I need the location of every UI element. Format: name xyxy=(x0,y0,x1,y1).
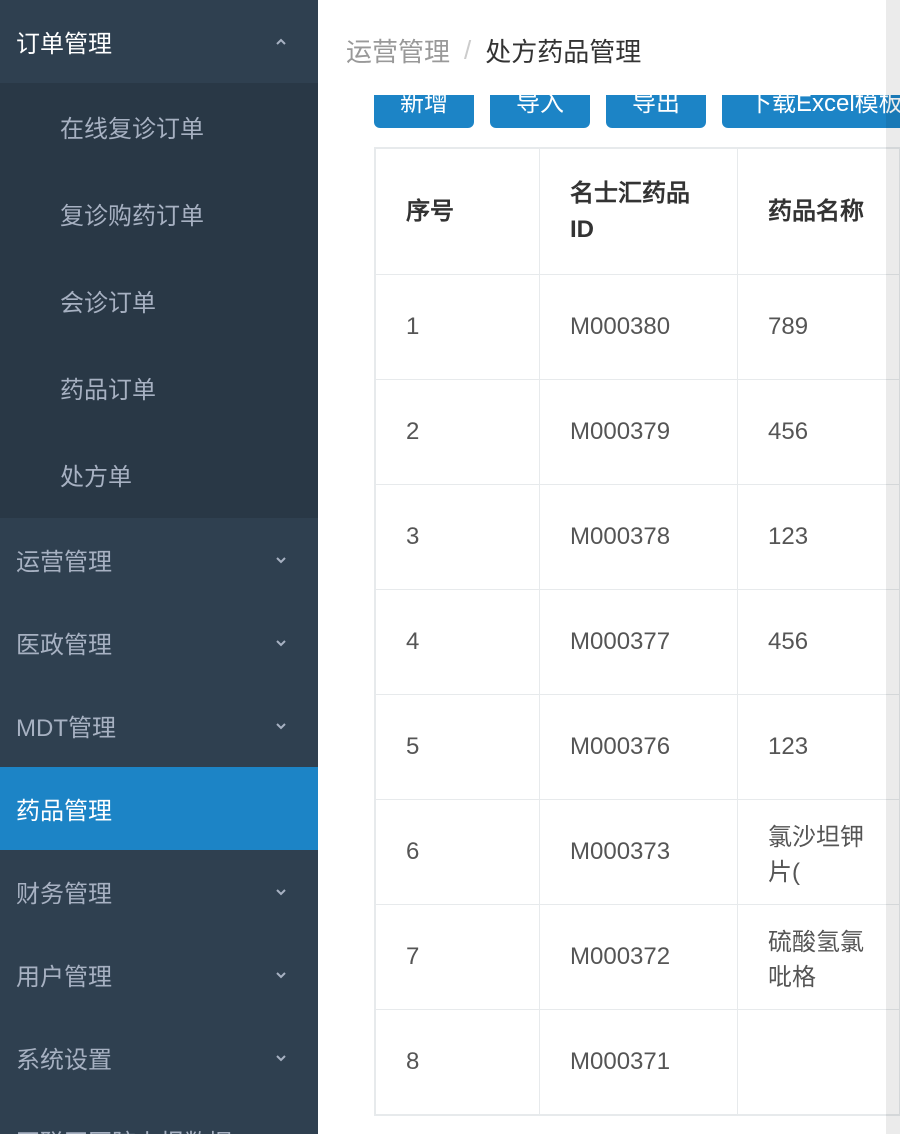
cell-id: M000379 xyxy=(540,380,738,485)
menu-group-finance[interactable]: 财务管理 xyxy=(0,850,318,933)
menu-group-report[interactable]: 互联网医院上报数据 xyxy=(0,1099,318,1134)
menu-group-label: MDT管理 xyxy=(16,708,116,743)
cell-id: M000378 xyxy=(540,485,738,590)
menu-group-label: 医政管理 xyxy=(16,625,112,660)
sidebar-item-online-fz[interactable]: 在线复诊订单 xyxy=(0,83,318,170)
cell-id: M000371 xyxy=(540,1010,738,1115)
menu-group-orders[interactable]: 订单管理 xyxy=(0,0,318,83)
cell-id: M000380 xyxy=(540,275,738,380)
cell-id: M000373 xyxy=(540,800,738,905)
table-container: 序号 名士汇药品ID 药品名称 1M0003807892M0003794563M… xyxy=(374,147,900,1116)
cell-name: 氯沙坦钾片( xyxy=(738,800,900,905)
sidebar: 订单管理 在线复诊订单 复诊购药订单 会诊订单 药品订单 处方单 运营管理 医政… xyxy=(0,0,318,1134)
sidebar-item-prescription[interactable]: 处方单 xyxy=(0,431,318,518)
breadcrumb: 运营管理 / 处方药品管理 xyxy=(318,0,900,97)
sidebar-item-fz-buy[interactable]: 复诊购药订单 xyxy=(0,170,318,257)
cell-id: M000372 xyxy=(540,905,738,1010)
table-row[interactable]: 3M000378123 xyxy=(376,485,900,590)
cell-name: 789 xyxy=(738,275,900,380)
menu-group-label: 系统设置 xyxy=(16,1040,112,1075)
import-button[interactable]: 导入 xyxy=(490,95,590,128)
cell-id: M000376 xyxy=(540,695,738,800)
th-name: 药品名称 xyxy=(738,149,900,275)
add-button[interactable]: 新增 xyxy=(374,95,474,128)
chevron-down-icon xyxy=(272,966,290,984)
cell-name: 123 xyxy=(738,695,900,800)
submenu-orders: 在线复诊订单 复诊购药订单 会诊订单 药品订单 处方单 xyxy=(0,83,318,518)
cell-name: 456 xyxy=(738,380,900,485)
menu-group-medadmin[interactable]: 医政管理 xyxy=(0,601,318,684)
table-row[interactable]: 2M000379456 xyxy=(376,380,900,485)
menu-group-label: 互联网医院上报数据 xyxy=(16,1123,232,1134)
sidebar-item-huizhen[interactable]: 会诊订单 xyxy=(0,257,318,344)
menu-group-settings[interactable]: 系统设置 xyxy=(0,1016,318,1099)
cell-idx: 3 xyxy=(376,485,540,590)
cell-idx: 2 xyxy=(376,380,540,485)
chevron-down-icon xyxy=(272,551,290,569)
breadcrumb-parent[interactable]: 运营管理 xyxy=(346,32,450,69)
export-button[interactable]: 导出 xyxy=(606,95,706,128)
main-content: 运营管理 / 处方药品管理 新增 导入 导出 下载Excel模板 序号 名士汇药… xyxy=(318,0,900,1134)
drug-table: 序号 名士汇药品ID 药品名称 1M0003807892M0003794563M… xyxy=(375,148,900,1115)
chevron-down-icon xyxy=(272,1049,290,1067)
table-row[interactable]: 4M000377456 xyxy=(376,590,900,695)
chevron-down-icon xyxy=(272,634,290,652)
menu-group-label: 订单管理 xyxy=(16,24,112,59)
chevron-down-icon xyxy=(272,717,290,735)
cell-idx: 7 xyxy=(376,905,540,1010)
table-row[interactable]: 7M000372硫酸氢氯吡格 xyxy=(376,905,900,1010)
toolbar: 新增 导入 导出 下载Excel模板 xyxy=(318,95,900,129)
cell-id: M000377 xyxy=(540,590,738,695)
sidebar-item-drug-order[interactable]: 药品订单 xyxy=(0,344,318,431)
menu-group-mdt[interactable]: MDT管理 xyxy=(0,684,318,767)
th-id: 名士汇药品ID xyxy=(540,149,738,275)
table-row[interactable]: 6M000373氯沙坦钾片( xyxy=(376,800,900,905)
menu-group-label: 运营管理 xyxy=(16,542,112,577)
cell-idx: 1 xyxy=(376,275,540,380)
cell-name: 硫酸氢氯吡格 xyxy=(738,905,900,1010)
cell-name: 456 xyxy=(738,590,900,695)
th-idx: 序号 xyxy=(376,149,540,275)
chevron-up-icon xyxy=(272,33,290,51)
table-row[interactable]: 8M000371 xyxy=(376,1010,900,1115)
breadcrumb-current: 处方药品管理 xyxy=(485,32,641,69)
cell-name xyxy=(738,1010,900,1115)
toolbar-clip: 新增 导入 导出 下载Excel模板 xyxy=(318,95,900,129)
menu-group-drug[interactable]: 药品管理 xyxy=(0,767,318,850)
menu-group-label: 药品管理 xyxy=(16,791,112,826)
chevron-down-icon xyxy=(272,883,290,901)
cell-idx: 4 xyxy=(376,590,540,695)
table-row[interactable]: 1M000380789 xyxy=(376,275,900,380)
cell-idx: 6 xyxy=(376,800,540,905)
cell-name: 123 xyxy=(738,485,900,590)
menu-group-ops[interactable]: 运营管理 xyxy=(0,518,318,601)
cell-idx: 5 xyxy=(376,695,540,800)
menu-group-label: 财务管理 xyxy=(16,874,112,909)
download-template-button[interactable]: 下载Excel模板 xyxy=(722,95,900,128)
menu-group-label: 用户管理 xyxy=(16,957,112,992)
table-row[interactable]: 5M000376123 xyxy=(376,695,900,800)
breadcrumb-separator: / xyxy=(464,35,471,66)
cell-idx: 8 xyxy=(376,1010,540,1115)
menu-group-user[interactable]: 用户管理 xyxy=(0,933,318,1016)
